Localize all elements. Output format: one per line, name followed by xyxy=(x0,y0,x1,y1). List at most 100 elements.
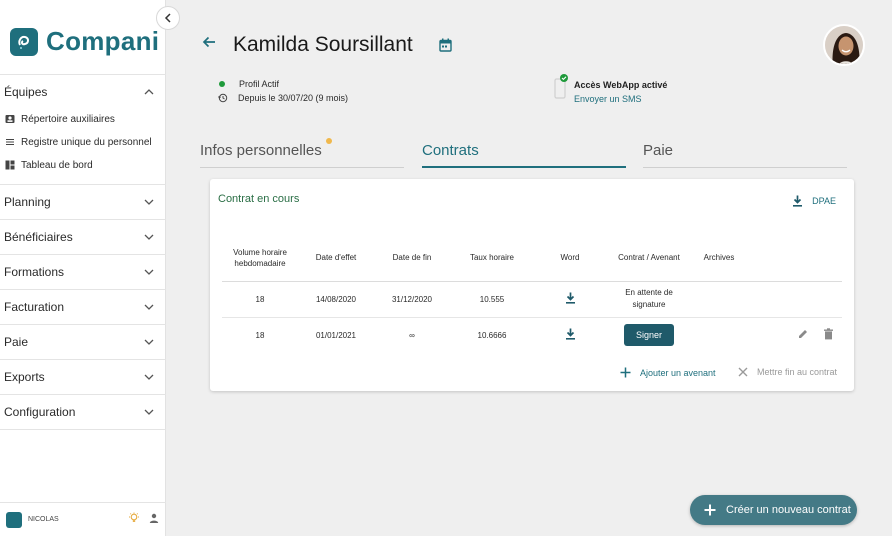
tab-infos-personnelles[interactable]: Infos personnelles xyxy=(200,138,404,168)
calendar-icon[interactable] xyxy=(439,38,452,57)
cell-rate: 10.555 xyxy=(450,281,534,318)
contract-card: Contrat en cours DPAE Volume horaire heb… xyxy=(210,179,854,391)
add-avenant-button[interactable]: Ajouter un avenant xyxy=(620,367,716,378)
history-icon xyxy=(218,93,228,103)
cell-contract-status: En attente de signature xyxy=(606,281,692,318)
tab-label: Contrats xyxy=(422,142,479,159)
person-icon[interactable] xyxy=(148,511,160,529)
sidebar-item-tableau[interactable]: Tableau de bord xyxy=(0,155,166,178)
nav-head-exports[interactable]: Exports xyxy=(0,360,166,394)
chevron-down-icon xyxy=(144,339,154,345)
column-header: Taux horaire xyxy=(450,235,534,282)
collapse-sidebar-button[interactable] xyxy=(156,6,180,30)
send-sms-link[interactable]: Envoyer un SMS xyxy=(574,94,642,104)
sidebar-item-label: Tableau de bord xyxy=(21,160,93,171)
tab-label: Infos personnelles xyxy=(200,142,322,159)
back-arrow-icon[interactable] xyxy=(202,35,216,54)
table-row: 18 01/01/2021 ∞ 10.6666 Signer xyxy=(222,317,842,353)
tab-paie[interactable]: Paie xyxy=(643,142,847,168)
tab-contrats[interactable]: Contrats xyxy=(422,142,626,168)
nav-label: Planning xyxy=(4,195,51,209)
cell-archives xyxy=(692,317,746,353)
sidebar-item-registre[interactable]: Registre unique du personnel xyxy=(0,132,166,155)
nav-head-formations[interactable]: Formations xyxy=(0,255,166,289)
nav-section-facturation: Facturation xyxy=(0,289,166,324)
download-icon[interactable] xyxy=(565,292,576,306)
logo-text: Compani xyxy=(46,26,160,56)
nav-head-beneficiaires[interactable]: Bénéficiaires xyxy=(0,220,166,254)
table-row: 18 14/08/2020 31/12/2020 10.555 En atten… xyxy=(222,281,842,318)
column-header: Contrat / Avenant xyxy=(606,235,692,282)
notification-dot xyxy=(326,138,332,144)
status-dot-icon xyxy=(219,81,225,87)
column-header: Volume horaire hebdomadaire xyxy=(222,235,298,282)
cell-volume: 18 xyxy=(222,281,298,318)
chevron-down-icon xyxy=(144,199,154,205)
cell-actions xyxy=(746,281,842,318)
edit-icon[interactable] xyxy=(797,328,809,342)
nav-label: Configuration xyxy=(4,405,76,419)
footer-username: NICOLAS xyxy=(28,516,59,523)
profile-since: Depuis le 30/07/20 (9 mois) xyxy=(218,93,348,103)
create-contract-label: Créer un nouveau contrat xyxy=(726,504,851,516)
nav-label: Exports xyxy=(4,370,45,384)
dpae-label: DPAE xyxy=(812,196,836,206)
cell-end-date: ∞ xyxy=(409,330,415,340)
nav-head-paie[interactable]: Paie xyxy=(0,325,166,359)
nav-head-configuration[interactable]: Configuration xyxy=(0,395,166,429)
close-icon xyxy=(738,367,748,377)
cell-actions xyxy=(746,317,842,353)
since-text: Depuis le 30/07/20 (9 mois) xyxy=(238,93,349,103)
nav-section-planning: Planning xyxy=(0,184,166,219)
nav-head-facturation[interactable]: Facturation xyxy=(0,290,166,324)
user-logo-icon xyxy=(6,511,22,528)
dpae-download-button[interactable]: DPAE xyxy=(792,195,836,207)
download-icon xyxy=(793,195,803,207)
end-contract-label: Mettre fin au contrat xyxy=(757,367,838,377)
dashboard-icon xyxy=(5,159,16,174)
nav-label: Paie xyxy=(4,335,29,349)
chevron-down-icon xyxy=(144,269,154,275)
chevron-down-icon xyxy=(144,304,154,310)
plus-icon xyxy=(620,367,631,378)
nav-label: Bénéficiaires xyxy=(4,230,73,244)
row-actions xyxy=(746,328,842,342)
cell-start-date: 01/01/2021 xyxy=(315,330,357,340)
chevron-down-icon xyxy=(144,374,154,380)
cell-contract-status: Signer xyxy=(606,317,692,353)
nav-head-equipes[interactable]: Équipes xyxy=(0,75,166,109)
contracts-table: Volume horaire hebdomadaire Date d'effet… xyxy=(222,235,842,353)
sidebar-nav: Équipes Répertoire auxiliaires Registre … xyxy=(0,74,166,430)
logo[interactable]: Compani xyxy=(10,26,159,57)
nav-section-equipes: Équipes Répertoire auxiliaires Registre … xyxy=(0,74,166,184)
profile-status: Profil Actif xyxy=(218,79,279,89)
end-contract-button[interactable]: Mettre fin au contrat xyxy=(738,367,837,377)
add-avenant-label: Ajouter un avenant xyxy=(640,367,716,378)
webapp-title: Accès WebApp activé xyxy=(574,80,668,90)
avatar[interactable] xyxy=(823,24,865,66)
column-header-actions xyxy=(746,235,842,282)
nav-section-exports: Exports xyxy=(0,359,166,394)
chevron-left-icon xyxy=(164,13,171,23)
sidebar-footer: NICOLAS xyxy=(0,502,166,536)
cell-word xyxy=(534,317,606,353)
column-header: Archives xyxy=(692,235,746,282)
sidebar-item-repertoire[interactable]: Répertoire auxiliaires xyxy=(0,109,166,132)
phone-check-icon xyxy=(554,74,568,105)
lightbulb-icon[interactable] xyxy=(128,511,140,529)
status-text: Profil Actif xyxy=(239,79,280,89)
chevron-down-icon xyxy=(144,234,154,240)
create-contract-button[interactable]: Créer un nouveau contrat xyxy=(690,495,857,525)
cell-word xyxy=(534,281,606,318)
list-icon xyxy=(5,136,16,151)
sign-button[interactable]: Signer xyxy=(623,324,674,347)
cell-start-date: 14/08/2020 xyxy=(298,281,374,318)
nav-head-planning[interactable]: Planning xyxy=(0,185,166,219)
download-icon[interactable] xyxy=(565,328,576,342)
nav-label: Équipes xyxy=(4,85,48,99)
page-title: Kamilda Soursillant xyxy=(233,33,413,56)
nav-section-configuration: Configuration xyxy=(0,394,166,430)
cell-rate: 10.6666 xyxy=(477,330,507,340)
column-header: Date d'effet xyxy=(298,235,374,282)
delete-icon[interactable] xyxy=(823,328,834,342)
